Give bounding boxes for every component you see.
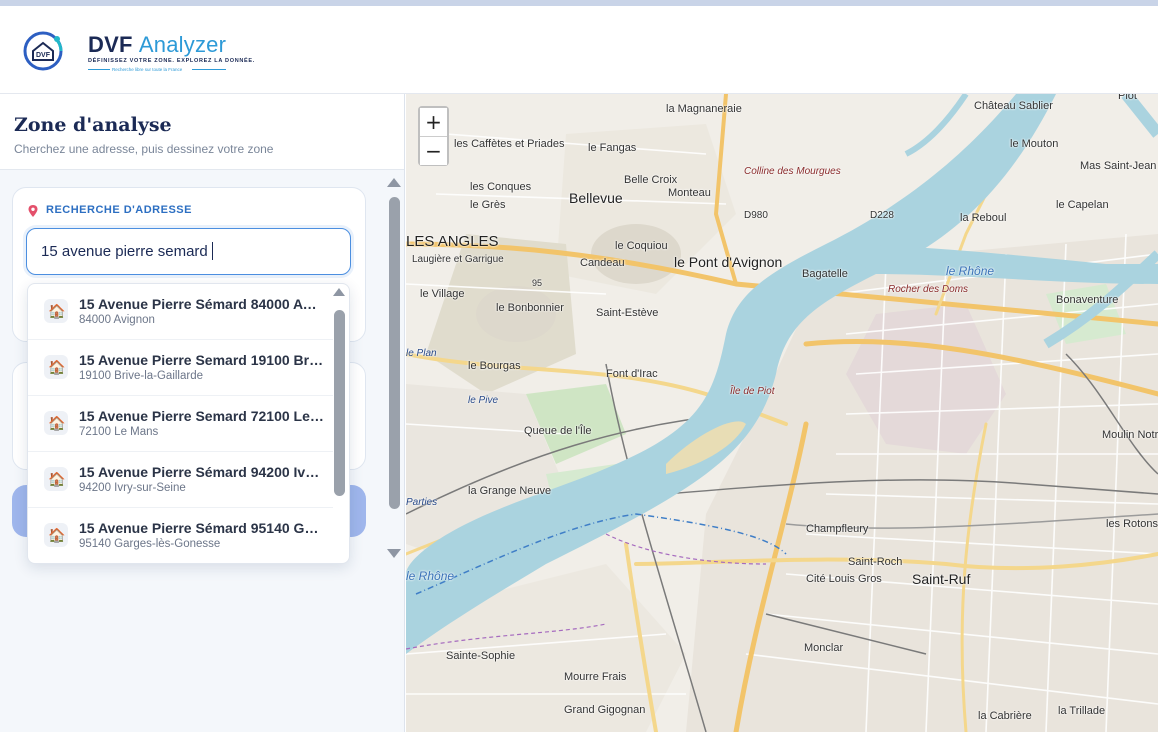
app-name-main: DVF [88,32,133,57]
app-tagline: DÉFINISSEZ VOTRE ZONE. EXPLOREZ LA DONNÉ… [88,58,256,64]
map-view[interactable]: + − la Magnaneraie Château Sablier Piot … [406,94,1158,732]
map-label: Bonaventure [1056,294,1119,306]
suggestion-item[interactable]: 🏠 15 Avenue Pierre Sémard 95140 Garges-l… [28,508,333,563]
logo-text: DVF [36,52,51,59]
map-label: la Reboul [960,212,1007,224]
map-label: Sainte-Sophie [446,650,516,662]
map-label: D228 [870,210,894,221]
map-label: Moulin Notre [1102,429,1158,441]
map-label: Parties [406,497,438,508]
tagline-divider-left [88,69,110,70]
map-label: le Rhône [946,264,995,278]
map-label: le Capelan [1056,199,1109,211]
map-label: la Trillade [1058,705,1106,717]
suggestion-address: 15 Avenue Pierre Sémard 84000 Avignon [79,296,324,312]
zoom-out-button[interactable]: − [420,137,447,165]
sidebar-header: Zone d'analyse Cherchez une adresse, pui… [0,94,404,170]
zoom-control: + − [418,106,449,166]
map-label: le Coquiou [615,240,668,252]
map-label: le Grès [470,199,506,211]
house-icon: 🏠 [44,467,68,491]
map-label: le Fangas [588,142,637,154]
map-label: Candeau [580,257,625,269]
map-label: Île de Piot [730,386,775,397]
suggestion-city: 19100 Brive-la-Gaillarde [79,370,204,382]
map-label: Queue de l'Île [524,425,592,437]
suggestion-city: 72100 Le Mans [79,426,159,438]
map-label: le Village [420,288,465,300]
app-subline: Recherche libre sur toute la France [112,67,183,72]
map-label: Monclar [804,642,844,654]
app-name-accent: Analyzer [138,32,227,57]
map-label: la Magnaneraie [666,103,742,115]
map-label: LES ANGLES [406,233,499,250]
address-search-input[interactable] [26,228,351,275]
zone-subtitle: Cherchez une adresse, puis dessinez votr… [14,142,274,156]
map-label: la Cabrière [978,710,1032,722]
text-caret [212,242,213,260]
tagline-divider-right [192,69,226,70]
map-label: Bellevue [569,190,623,206]
map-label: Mourre Frais [564,671,627,683]
suggestion-city: 84000 Avignon [79,314,155,326]
suggestion-address: 15 Avenue Pierre Semard 19100 Brive-la-G… [79,352,324,368]
map-pin-icon [28,205,38,217]
suggestion-city: 94200 Ivry-sur-Seine [79,482,186,494]
dropdown-scrollbar-thumb[interactable] [334,310,345,496]
map-label: les Conques [470,181,532,193]
suggestion-item[interactable]: 🏠 15 Avenue Pierre Sémard 84000 Avignon … [28,284,333,340]
suggestion-item[interactable]: 🏠 15 Avenue Pierre Sémard 94200 Ivry-sur… [28,452,333,508]
map-label: les Caffètes et Priades [454,138,565,150]
map-label: Rocher des Doms [888,284,969,295]
sidebar-scroll-down-arrow[interactable] [387,549,401,558]
map-label: la Grange Neuve [468,485,552,497]
suggestion-address: 15 Avenue Pierre Sémard 94200 Ivry-sur-S… [79,464,324,480]
sidebar-scroll-up-arrow[interactable] [387,178,401,187]
house-logo-icon: DVF [23,31,63,71]
map-label: les Rotons [1106,518,1158,530]
map-label: le Bourgas [468,360,521,372]
house-icon: 🏠 [44,523,68,547]
map-label: Cité Louis Gros [806,573,882,585]
zoom-in-button[interactable]: + [420,108,447,136]
zone-title: Zone d'analyse [14,114,172,136]
map-label: 95 [532,278,543,288]
map-label: Saint-Roch [848,556,903,568]
map-label: Laugière et Garrigue [412,254,504,265]
map-label: D980 [744,210,768,221]
map-label: Piot [1118,94,1137,102]
map-label: Château Sablier [974,100,1053,112]
map-label: Colline des Mourgues [744,166,841,177]
suggestion-address: 15 Avenue Pierre Semard 72100 Le Mans [79,408,324,424]
app-header: DVF DVF Analyzer DÉFINISSEZ VOTRE ZONE. … [0,6,1158,94]
map-label: le Rhône [406,569,455,583]
map-label: Mas Saint-Jean [1080,160,1157,172]
address-search-label: RECHERCHE D'ADRESSE [46,204,192,216]
sidebar-scrollbar-thumb[interactable] [389,197,400,509]
map-label: Grand Gigognan [564,704,646,716]
map-label: le Mouton [1010,138,1059,150]
dropdown-scroll-up-arrow[interactable] [333,288,345,296]
map-label: le Pive [468,395,499,406]
suggestion-item[interactable]: 🏠 15 Avenue Pierre Semard 72100 Le Mans … [28,396,333,452]
map-label: Champfleury [806,523,869,535]
map-label: Bagatelle [802,268,848,280]
app-name: DVF Analyzer [88,32,226,58]
address-suggestions-dropdown: 🏠 15 Avenue Pierre Sémard 84000 Avignon … [27,283,350,564]
sidebar: Zone d'analyse Cherchez une adresse, pui… [0,94,405,732]
house-icon: 🏠 [44,355,68,379]
map-label: Font d'Irac [606,368,658,380]
map-label: Monteau [668,187,711,199]
map-label: le Plan [406,348,437,359]
house-icon: 🏠 [44,299,68,323]
map-label: le Pont d'Avignon [674,254,783,270]
map-label: Saint-Estève [596,307,659,319]
map-label: le Bonbonnier [496,302,564,314]
map-label: Belle Croix [624,174,678,186]
suggestion-address: 15 Avenue Pierre Sémard 95140 Garges-lès… [79,520,324,536]
suggestion-city: 95140 Garges-lès-Gonesse [79,538,221,550]
map-label: Saint-Ruf [912,571,971,587]
suggestion-item[interactable]: 🏠 15 Avenue Pierre Semard 19100 Brive-la… [28,340,333,396]
house-icon: 🏠 [44,411,68,435]
